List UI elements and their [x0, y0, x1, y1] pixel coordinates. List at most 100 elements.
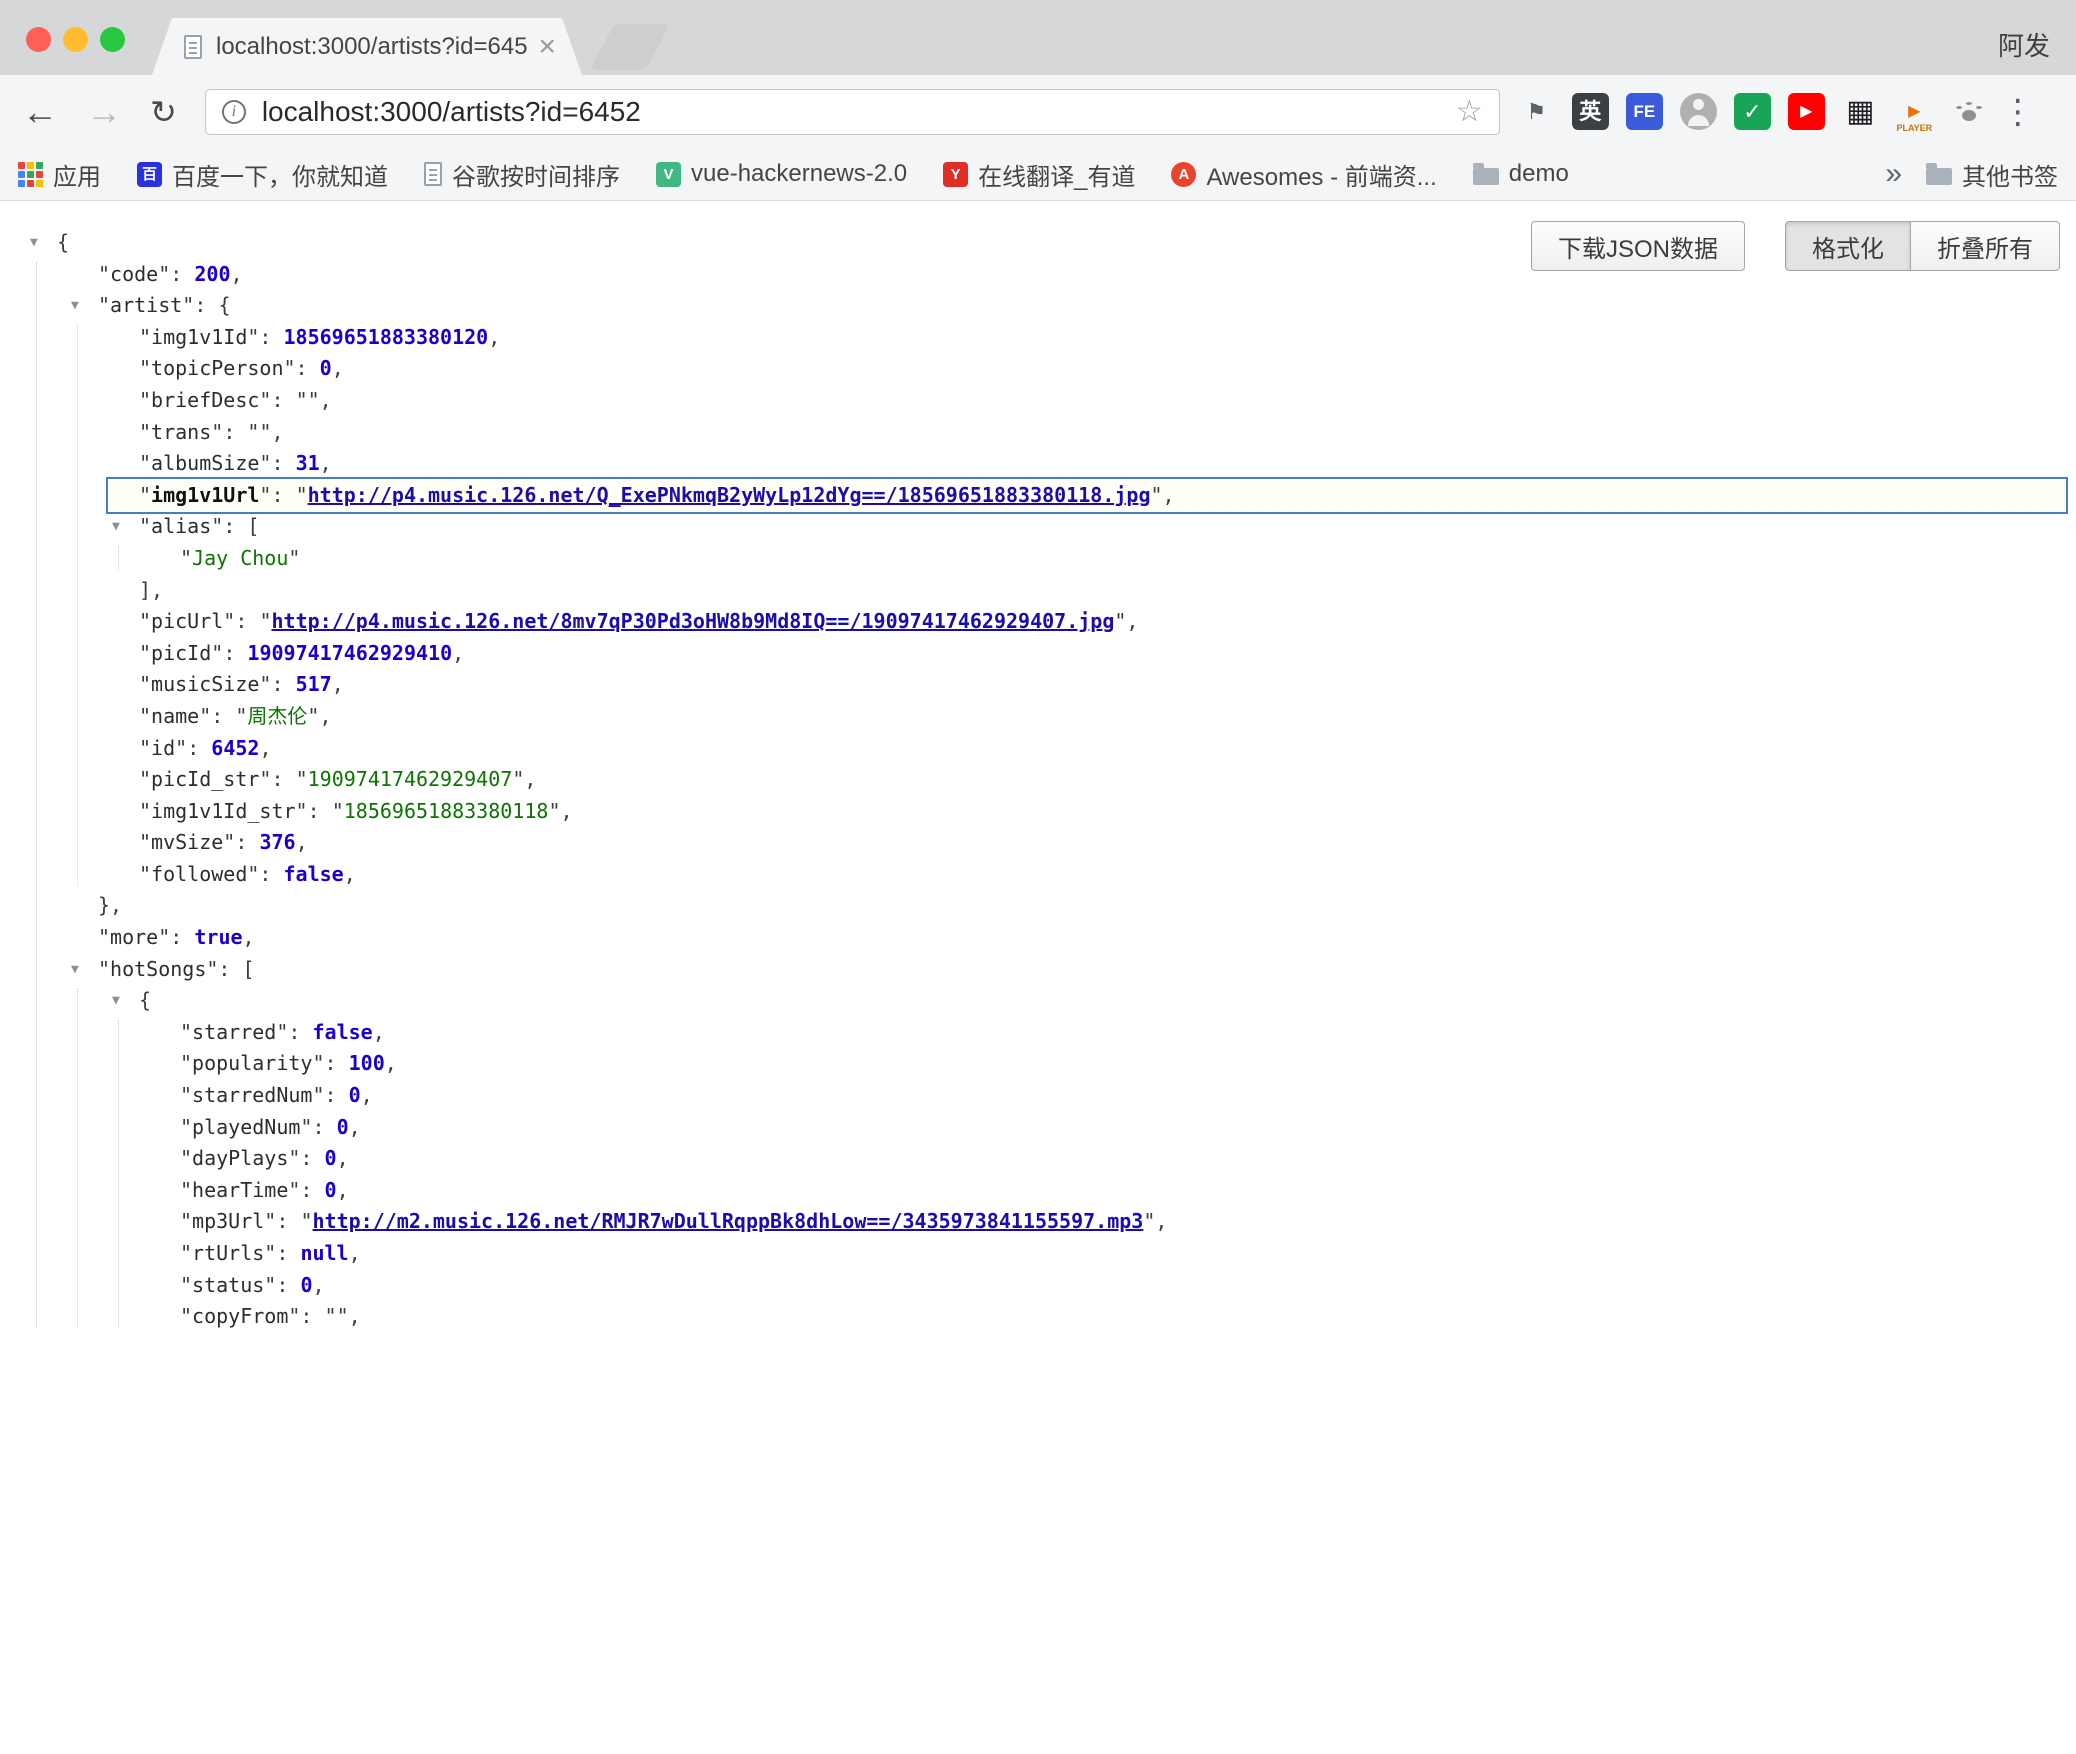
json-key: img1v1Url	[151, 483, 259, 507]
window-minimize-button[interactable]	[63, 27, 88, 52]
bookmark-label: demo	[1509, 160, 1569, 188]
bookmark-google-sort[interactable]: 谷歌按时间排序	[424, 157, 620, 192]
forward-button[interactable]: →	[86, 94, 122, 130]
json-value: 31	[296, 451, 320, 475]
bookmark-awesomes[interactable]: AAwesomes - 前端资...	[1171, 157, 1436, 192]
bookmark-vue-hackernews[interactable]: Vvue-hackernews-2.0	[656, 160, 907, 188]
quote: "	[259, 451, 271, 475]
quote: "	[259, 483, 271, 507]
json-url-link[interactable]: http://p4.music.126.net/Q_ExePNkmqB2yWyL…	[308, 483, 1151, 507]
fe-icon[interactable]: FE	[1626, 93, 1663, 130]
quote: "	[180, 546, 192, 570]
quote: "	[139, 704, 151, 728]
colon: :	[271, 451, 295, 475]
flag-icon[interactable]: ⚑	[1518, 93, 1555, 130]
json-punctuation: ,	[337, 1146, 349, 1170]
quote: "	[300, 1115, 312, 1139]
apps-grid-icon	[18, 162, 43, 187]
qr-code-icon[interactable]: ▦	[1842, 93, 1879, 130]
url-text[interactable]: localhost:3000/artists?id=6452	[262, 96, 1456, 128]
colon: :	[300, 1178, 324, 1202]
quote: "	[139, 641, 151, 665]
folder-icon	[1926, 168, 1952, 185]
json-value: false	[312, 1020, 372, 1044]
colon: :	[276, 1273, 300, 1297]
bookmarks-overflow-chevron[interactable]: »	[1885, 157, 1902, 191]
paw-icon[interactable]	[1950, 93, 1987, 130]
shield-icon[interactable]: ✓	[1734, 93, 1771, 130]
collapse-toggle-icon[interactable]: ▼	[112, 985, 120, 1017]
json-view: ▼{"code": 200,▼"artist": {"img1v1Id": 18…	[0, 201, 2076, 1333]
other-bookmarks-folder[interactable]: 其他书签	[1926, 157, 2058, 192]
json-value: 18569651883380120	[284, 325, 489, 349]
json-key: musicSize	[151, 672, 259, 696]
bookmark-baidu[interactable]: 百百度一下，你就知道	[137, 157, 388, 192]
quote: "	[307, 704, 319, 728]
page-info-icon[interactable]: i	[222, 100, 246, 124]
content-area: 下载JSON数据 格式化 折叠所有 ▼{"code": 200,▼"artist…	[0, 201, 2076, 1754]
json-line: "copyFrom": "",	[0, 1301, 2076, 1333]
navigation-toolbar: ← → ↻ i localhost:3000/artists?id=6452 ☆…	[0, 75, 2076, 148]
json-key: picUrl	[151, 609, 223, 633]
quote: "	[264, 1241, 276, 1265]
tab-title: localhost:3000/artists?id=645	[216, 33, 530, 61]
back-button[interactable]: ←	[22, 94, 58, 130]
browser-menu-button[interactable]: ⋮	[2001, 92, 2035, 132]
apps-dot	[27, 162, 34, 169]
quote: "	[211, 514, 223, 538]
json-value: 0	[300, 1273, 312, 1297]
colon: :	[235, 609, 259, 633]
quote: "	[312, 1051, 324, 1075]
json-punctuation: ,	[349, 1304, 361, 1328]
json-key: hotSongs	[110, 957, 206, 981]
bookmark-demo[interactable]: demo	[1473, 160, 1569, 188]
tab-strip: localhost:3000/artists?id=645 × 阿发	[0, 0, 2076, 75]
quote: "	[139, 830, 151, 854]
json-punctuation: ,	[320, 451, 332, 475]
quote: "	[175, 736, 187, 760]
collapse-toggle-icon[interactable]: ▼	[112, 511, 120, 543]
quote: "	[312, 1083, 324, 1107]
bookmark-youdao-translate[interactable]: Y在线翻译_有道	[943, 157, 1135, 192]
bookmark-apps[interactable]: 应用	[18, 157, 101, 192]
youtube-icon[interactable]: ▶	[1788, 93, 1825, 130]
window-close-button[interactable]	[26, 27, 51, 52]
quote: "	[180, 1304, 192, 1328]
collapse-toggle-icon[interactable]: ▼	[71, 954, 79, 986]
reload-button[interactable]: ↻	[150, 96, 177, 128]
json-line: "mp3Url": "http://m2.music.126.net/RMJR7…	[0, 1206, 2076, 1238]
browser-tab[interactable]: localhost:3000/artists?id=645 ×	[152, 18, 582, 75]
collapse-toggle-icon[interactable]: ▼	[71, 290, 79, 322]
json-value: 376	[259, 830, 295, 854]
bookmark-label: 百度一下，你就知道	[172, 157, 388, 192]
quote: "	[223, 830, 235, 854]
translate-icon[interactable]: 英	[1572, 93, 1609, 130]
json-line: "hearTime": 0,	[0, 1175, 2076, 1207]
json-key: status	[192, 1273, 264, 1297]
apps-dot	[27, 171, 34, 178]
quote: "	[247, 325, 259, 349]
quote: "	[139, 420, 151, 444]
colon: :	[271, 483, 295, 507]
collapse-toggle-icon[interactable]: ▼	[30, 227, 38, 259]
colon: :	[235, 830, 259, 854]
bookmark-star-icon[interactable]: ☆	[1456, 94, 1483, 129]
window-zoom-button[interactable]	[100, 27, 125, 52]
bookmark-label: 应用	[53, 157, 101, 192]
new-tab-button[interactable]	[590, 24, 670, 70]
quote: "	[180, 1051, 192, 1075]
quote: "	[259, 388, 271, 412]
colon: :	[271, 672, 295, 696]
user-icon[interactable]	[1680, 93, 1717, 130]
json-punctuation: ,	[320, 388, 332, 412]
json-punctuation: ,	[230, 262, 242, 286]
quote: "	[288, 546, 300, 570]
json-url-link[interactable]: http://m2.music.126.net/RMJR7wDullRqppBk…	[312, 1209, 1143, 1233]
json-line: "musicSize": 517,	[0, 669, 2076, 701]
tab-close-button[interactable]: ×	[538, 30, 556, 64]
json-url-link[interactable]: http://p4.music.126.net/8mv7qP30Pd3oHW8b…	[271, 609, 1114, 633]
address-bar[interactable]: i localhost:3000/artists?id=6452 ☆	[205, 89, 1500, 135]
player-icon[interactable]: ▶PLAYER	[1896, 93, 1933, 130]
colon: :	[276, 1209, 300, 1233]
profile-name: 阿发	[1998, 26, 2050, 63]
